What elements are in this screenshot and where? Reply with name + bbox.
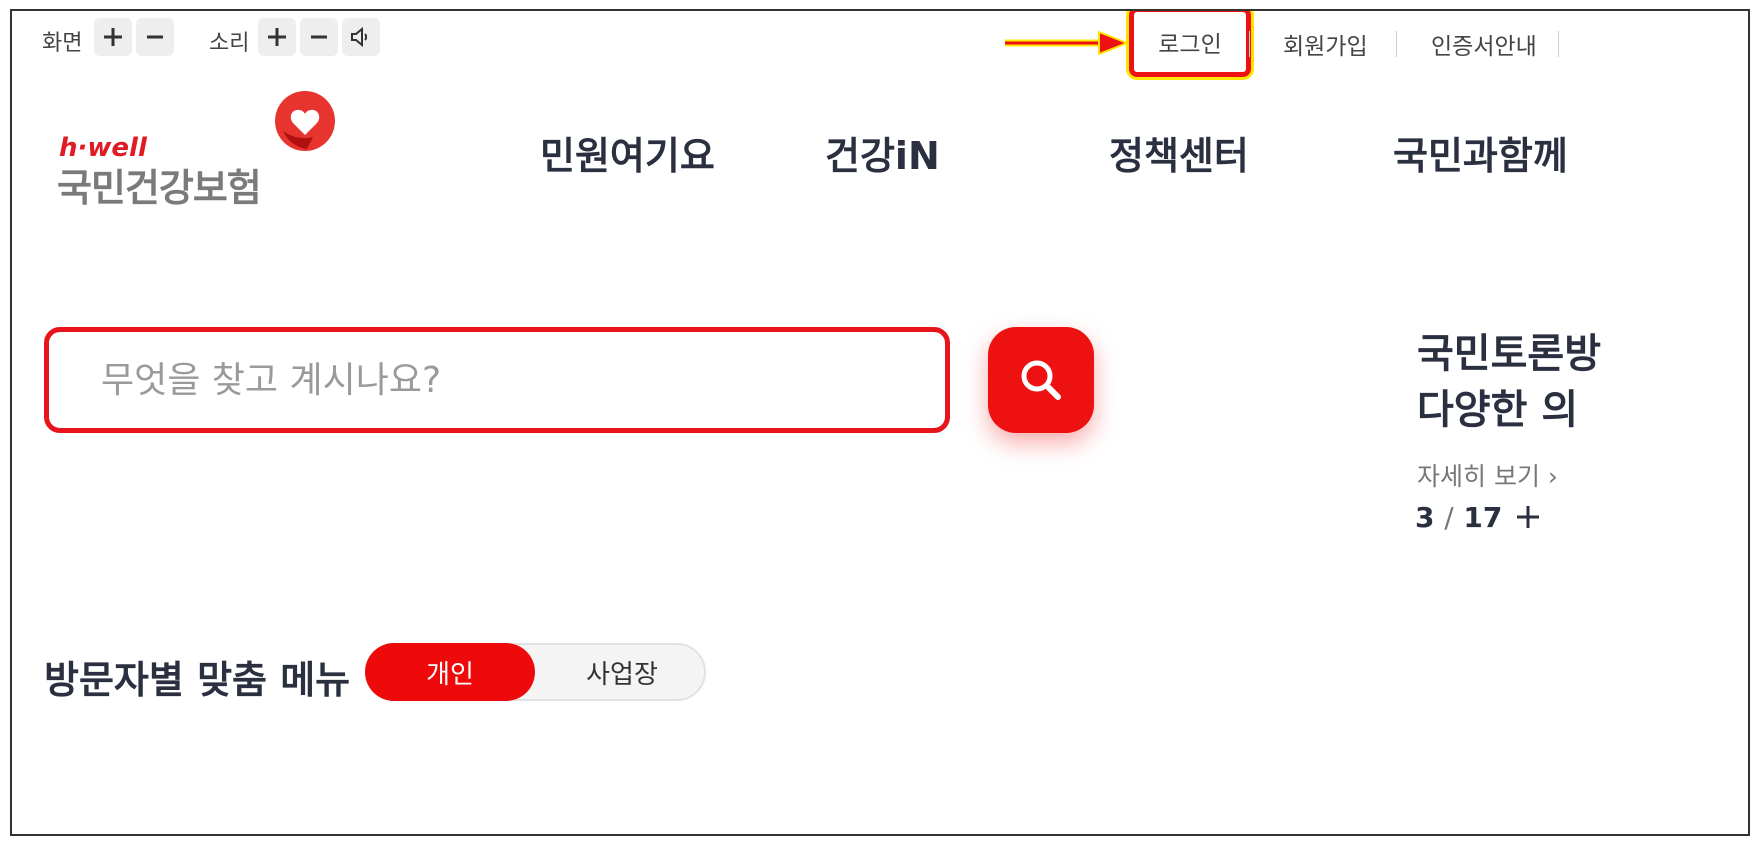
sound-label: 소리: [209, 31, 250, 56]
plus-icon: [1517, 506, 1539, 528]
heart-logo-icon: [275, 91, 335, 151]
visitor-type-toggle: 개인 사업장: [365, 643, 706, 701]
nav-item-policy-center[interactable]: 정책센터: [1109, 125, 1249, 180]
notice-title-line-2: 다양한 의: [1417, 387, 1579, 433]
sound-toggle-button[interactable]: [342, 18, 380, 56]
visitor-option-business[interactable]: 사업장: [537, 643, 707, 701]
nav-item-with-citizens[interactable]: 국민과함께: [1393, 125, 1568, 180]
screen-size-label: 화면: [42, 31, 83, 56]
visitor-option-individual[interactable]: 개인: [365, 643, 535, 701]
certificate-guide-link[interactable]: 인증서안내: [1431, 27, 1537, 61]
divider: [1249, 31, 1250, 57]
notice-more-link[interactable]: 자세히 보기 ›: [1417, 457, 1558, 493]
visitor-menu-title: 방문자별 맞춤 메뉴: [44, 658, 351, 702]
screen-zoom-out-button[interactable]: [136, 18, 174, 56]
search-input[interactable]: [99, 358, 883, 402]
login-link[interactable]: 로그인: [1129, 11, 1251, 77]
utility-bar: 화면 소리 로그인 회원가입 인증서안내: [12, 11, 1748, 77]
pager-total: 17: [1463, 501, 1503, 534]
slide-pager: 3 / 17: [1415, 501, 1502, 534]
divider: [1396, 31, 1397, 57]
logo-name-text: 국민건강보험: [57, 166, 262, 210]
pager-current: 3: [1415, 501, 1435, 534]
sound-volume-down-button[interactable]: [300, 18, 338, 56]
plus-icon: [104, 28, 122, 46]
chevron-right-icon: ›: [1547, 462, 1558, 491]
search-button[interactable]: [988, 327, 1094, 433]
search-icon: [1021, 360, 1061, 400]
speaker-icon: [351, 26, 368, 48]
plus-icon: [268, 28, 286, 46]
signup-link[interactable]: 회원가입: [1283, 27, 1368, 61]
notice-title-line-1: 국민토론방: [1417, 331, 1601, 377]
pager-separator: /: [1444, 501, 1454, 534]
nav-item-civil-service[interactable]: 민원여기요: [540, 125, 715, 180]
annotation-arrow: [1005, 31, 1130, 55]
browser-frame: 화면 소리 로그인 회원가입 인증서안내 h·well 국민건강보험 민원여기요…: [10, 9, 1750, 836]
slide-more-button[interactable]: [1515, 499, 1541, 539]
sound-volume-up-button[interactable]: [258, 18, 296, 56]
site-logo[interactable]: h·well 국민건강보험: [47, 91, 347, 210]
minus-icon: [147, 35, 163, 39]
more-label: 자세히 보기: [1417, 462, 1540, 491]
divider: [1558, 31, 1559, 57]
nav-item-health-in[interactable]: 건강iN: [825, 125, 940, 180]
minus-icon: [311, 35, 327, 39]
screen-zoom-in-button[interactable]: [94, 18, 132, 56]
search-field[interactable]: [44, 327, 950, 433]
login-label: 로그인: [1158, 32, 1222, 58]
